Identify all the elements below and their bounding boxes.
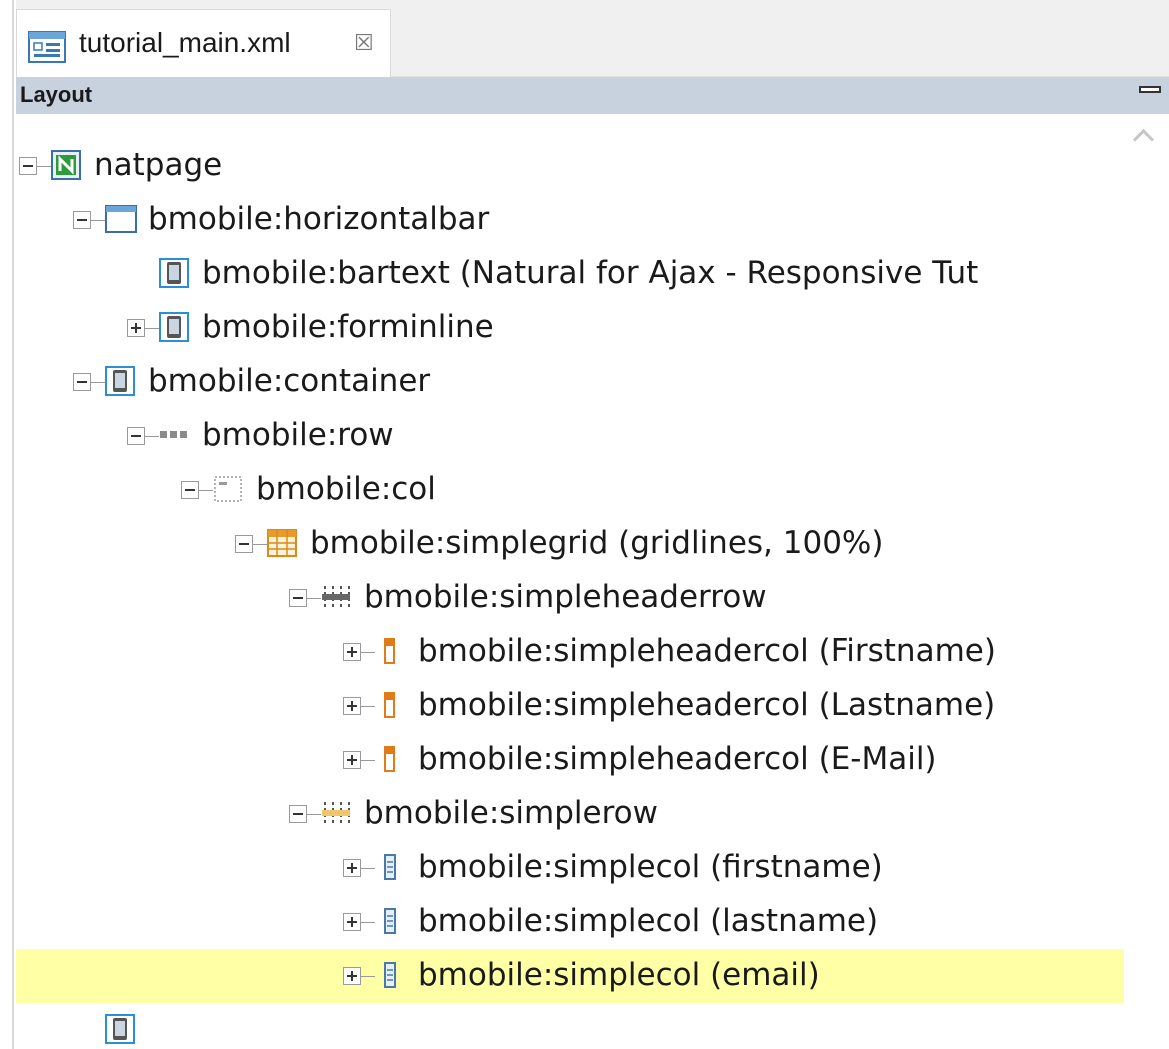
expand-toggle-icon[interactable] xyxy=(343,697,361,715)
tree-connector xyxy=(361,976,375,977)
tree-node[interactable]: bmobile:simpleheadercol (Lastname) xyxy=(16,679,1124,733)
tree-node[interactable]: bmobile:container xyxy=(16,355,1124,409)
headerrow-icon xyxy=(321,582,351,612)
section-title: Layout xyxy=(20,82,93,107)
expand-toggle-icon[interactable] xyxy=(343,859,361,877)
tree-node-label: bmobile:simplecol (firstname) xyxy=(418,849,883,885)
tree-node-label: bmobile:row xyxy=(202,417,394,453)
collapse-toggle-icon[interactable] xyxy=(73,373,91,391)
collapse-toggle-icon[interactable] xyxy=(19,157,37,175)
tree-node-label: bmobile:simpleheadercol (Firstname) xyxy=(418,633,996,669)
tree-node[interactable]: bmobile:simplecol (lastname) xyxy=(16,895,1124,949)
tree-node-label: natpage xyxy=(94,147,223,183)
collapse-toggle-icon[interactable] xyxy=(289,805,307,823)
simplecol-icon xyxy=(375,906,405,936)
tree-node-label: bmobile:simplecol (lastname) xyxy=(418,903,879,939)
tree-connector xyxy=(361,922,375,923)
headercol-icon xyxy=(375,744,405,774)
natpage-icon xyxy=(51,150,81,180)
tab-label: tutorial_main.xml xyxy=(79,27,291,58)
tree-node-label: bmobile:simpleheadercol (Lastname) xyxy=(418,687,996,723)
tree-node[interactable]: natpage xyxy=(16,139,1124,193)
tree-node-label: bmobile:horizontalbar xyxy=(148,201,490,237)
tree-node-label: bmobile:simplegrid (gridlines, 100%) xyxy=(310,525,884,561)
tree-node-label: bmobile:simpleheaderrow xyxy=(364,579,767,615)
tree-node[interactable]: bmobile:simplegrid (gridlines, 100%) xyxy=(16,517,1124,571)
layout-section-header: Layout xyxy=(16,77,1169,114)
tree-node-label: bmobile:simplecol (email) xyxy=(418,957,820,993)
tree-node-label: bmobile:col xyxy=(256,471,436,507)
device-icon xyxy=(105,366,135,396)
tree-connector xyxy=(361,652,375,653)
tree-node[interactable]: bmobile:simplecol (firstname) xyxy=(16,841,1124,895)
editor-tab-bar: tutorial_main.xml ☒ xyxy=(16,0,1169,77)
tree-connector xyxy=(199,490,213,491)
tree-node[interactable]: bmobile:forminline xyxy=(16,301,1124,355)
tree-connector xyxy=(145,436,159,437)
tree-connector xyxy=(361,706,375,707)
tree-node[interactable]: bmobile:simpleheadercol (Firstname) xyxy=(16,625,1124,679)
minimize-icon[interactable] xyxy=(1139,86,1161,93)
tree-connector xyxy=(307,814,321,815)
tree-node-label: bmobile:forminline xyxy=(202,309,494,345)
tree-node-label: bmobile:simpleheadercol (E-Mail) xyxy=(418,741,937,777)
tree-connector xyxy=(91,382,105,383)
close-icon[interactable]: ☒ xyxy=(354,33,374,55)
tree-node[interactable]: bmobile:horizontalbar xyxy=(16,193,1124,247)
tree-connector xyxy=(37,166,51,167)
tree-node[interactable]: bmobile:simplecol (email) xyxy=(16,949,1124,1003)
row-icon xyxy=(159,420,189,450)
horizontalbar-icon xyxy=(105,204,137,234)
tree-connector xyxy=(361,868,375,869)
device-icon xyxy=(159,258,189,288)
tree-connector xyxy=(307,598,321,599)
tab-tutorial-main[interactable]: tutorial_main.xml ☒ xyxy=(16,9,391,77)
left-border xyxy=(0,0,14,1049)
tree-connector xyxy=(361,760,375,761)
tree-node[interactable]: bmobile:simpleheadercol (E-Mail) xyxy=(16,733,1124,787)
expand-toggle-icon[interactable] xyxy=(343,967,361,985)
device-icon xyxy=(159,312,189,342)
expand-toggle-icon[interactable] xyxy=(343,751,361,769)
tree-node[interactable]: bmobile:simpleheaderrow xyxy=(16,571,1124,625)
expand-toggle-icon[interactable] xyxy=(127,319,145,337)
collapse-toggle-icon[interactable] xyxy=(235,535,253,553)
tree-node-label: bmobile:container xyxy=(148,363,431,399)
collapse-toggle-icon[interactable] xyxy=(289,589,307,607)
xml-layout-icon xyxy=(28,31,66,67)
scroll-up-icon[interactable] xyxy=(1132,128,1155,151)
tree-connector xyxy=(145,328,159,329)
headercol-icon xyxy=(375,690,405,720)
simplecol-icon xyxy=(375,852,405,882)
tree-node[interactable]: bmobile:bartext (Natural for Ajax - Resp… xyxy=(16,247,1124,301)
tree-connector xyxy=(91,220,105,221)
grid-icon xyxy=(267,528,297,558)
vertical-scrollbar[interactable] xyxy=(1124,114,1169,1049)
tree-node[interactable]: bmobile:row xyxy=(16,409,1124,463)
tree-node[interactable]: bmobile:simplerow xyxy=(16,787,1124,841)
expand-toggle-icon[interactable] xyxy=(343,913,361,931)
collapse-toggle-icon[interactable] xyxy=(181,481,199,499)
partial-device-icon xyxy=(105,1014,135,1044)
tree-connector xyxy=(253,544,267,545)
expand-toggle-icon[interactable] xyxy=(343,643,361,661)
simplecol-icon xyxy=(375,960,405,990)
layout-tree: natpage bmobile:horizontalbar bmobile:bart… xyxy=(16,114,1124,1049)
tree-node[interactable]: bmobile:col xyxy=(16,463,1124,517)
tree-node-label: bmobile:bartext (Natural for Ajax - Resp… xyxy=(202,255,979,291)
collapse-toggle-icon[interactable] xyxy=(73,211,91,229)
simplerow-icon xyxy=(321,798,351,828)
headercol-icon xyxy=(375,636,405,666)
col-icon xyxy=(213,474,243,504)
collapse-toggle-icon[interactable] xyxy=(127,427,145,445)
tree-node-label: bmobile:simplerow xyxy=(364,795,658,831)
